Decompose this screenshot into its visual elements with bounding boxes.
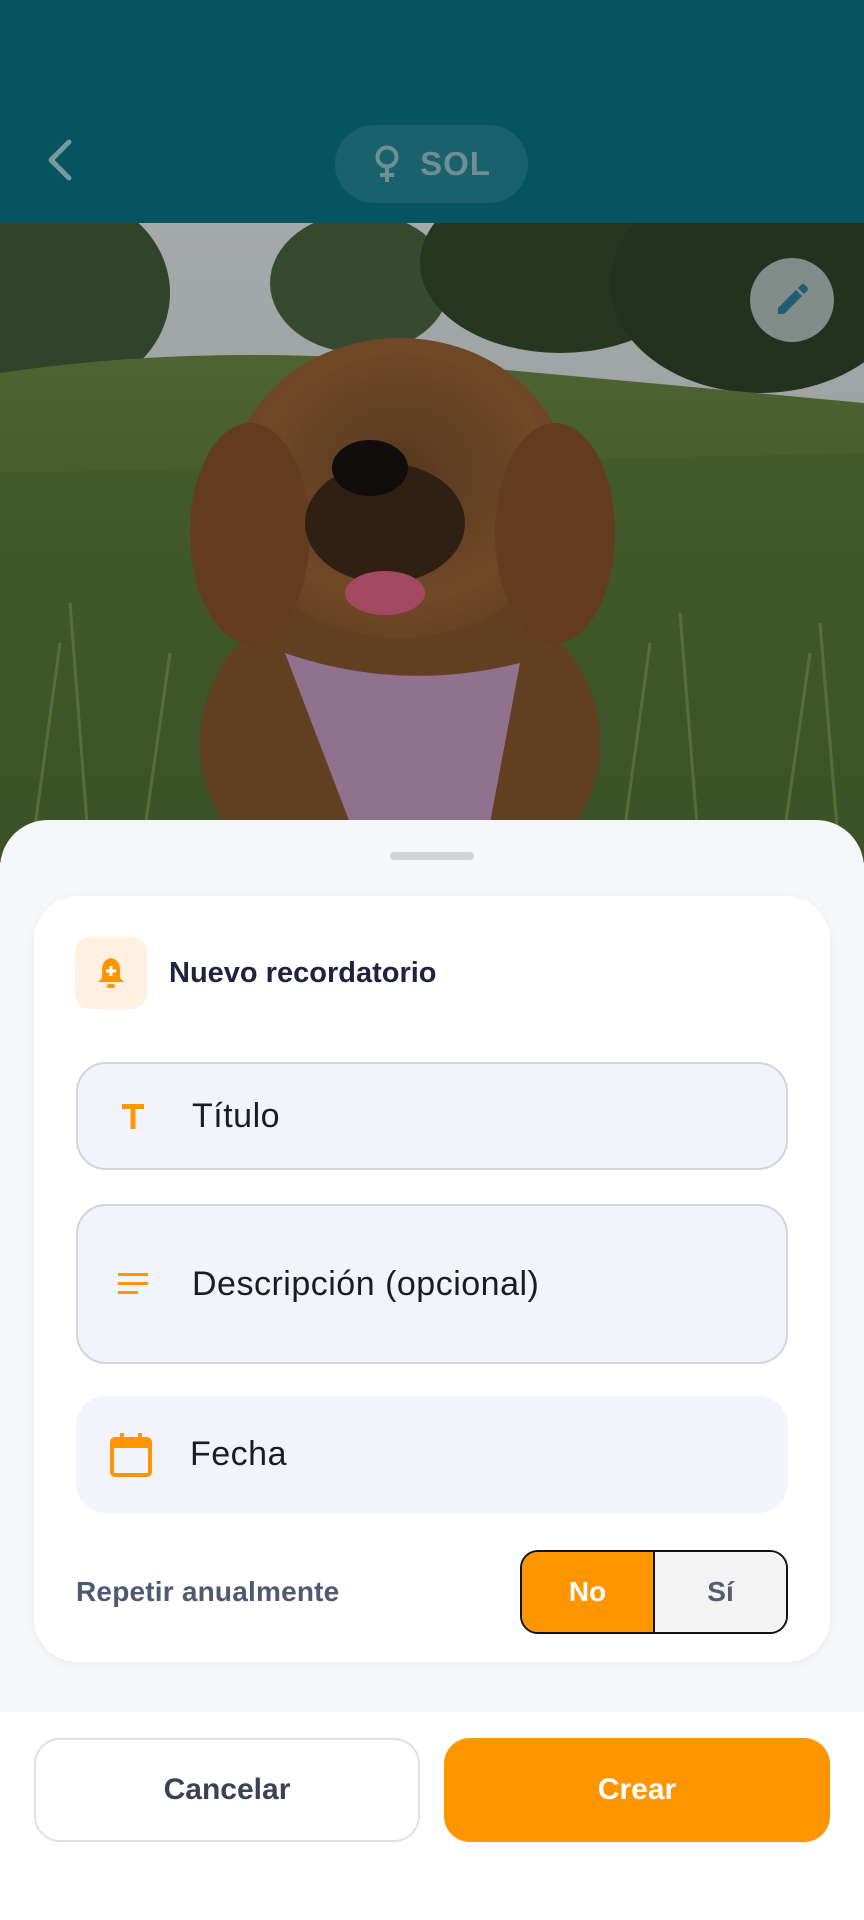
bell-plus-icon <box>98 958 124 988</box>
card-title: Nuevo recordatorio <box>169 956 437 989</box>
action-bar: Cancelar Crear <box>0 1712 864 1920</box>
date-placeholder: Fecha <box>190 1435 287 1473</box>
title-placeholder: Título <box>192 1096 281 1135</box>
photo-overlay <box>0 223 864 863</box>
edit-photo-button[interactable] <box>750 258 834 342</box>
back-button[interactable] <box>34 134 86 186</box>
repeat-annually-row: Repetir anualmente No Sí <box>76 1550 788 1634</box>
repeat-option-yes[interactable]: Sí <box>653 1552 786 1632</box>
repeat-option-no[interactable]: No <box>522 1552 653 1632</box>
notes-lines-icon <box>100 1271 166 1297</box>
pet-name-chip[interactable]: SOL <box>335 125 528 203</box>
edit-pencil-icon <box>778 284 808 314</box>
date-field[interactable]: Fecha <box>76 1396 788 1513</box>
repeat-annually-label: Repetir anualmente <box>76 1576 340 1607</box>
title-field[interactable]: Título <box>76 1062 788 1170</box>
bell-badge <box>75 937 147 1009</box>
pet-photo <box>0 223 864 863</box>
text-format-icon <box>100 1101 166 1131</box>
calendar-icon <box>98 1432 164 1478</box>
chevron-left-icon <box>48 139 72 181</box>
card-header: Nuevo recordatorio <box>75 937 437 1009</box>
female-icon <box>375 145 399 182</box>
new-reminder-card: Nuevo recordatorio Título Descripción (o… <box>34 896 830 1662</box>
description-placeholder: Descripción (opcional) <box>192 1264 540 1303</box>
create-button[interactable]: Crear <box>444 1738 830 1842</box>
sheet-drag-handle[interactable] <box>390 852 474 860</box>
pet-name: SOL <box>420 145 491 182</box>
description-field[interactable]: Descripción (opcional) <box>76 1204 788 1364</box>
cancel-button[interactable]: Cancelar <box>34 1738 420 1842</box>
repeat-toggle: No Sí <box>520 1550 788 1634</box>
app-bar: SOL <box>0 0 864 223</box>
